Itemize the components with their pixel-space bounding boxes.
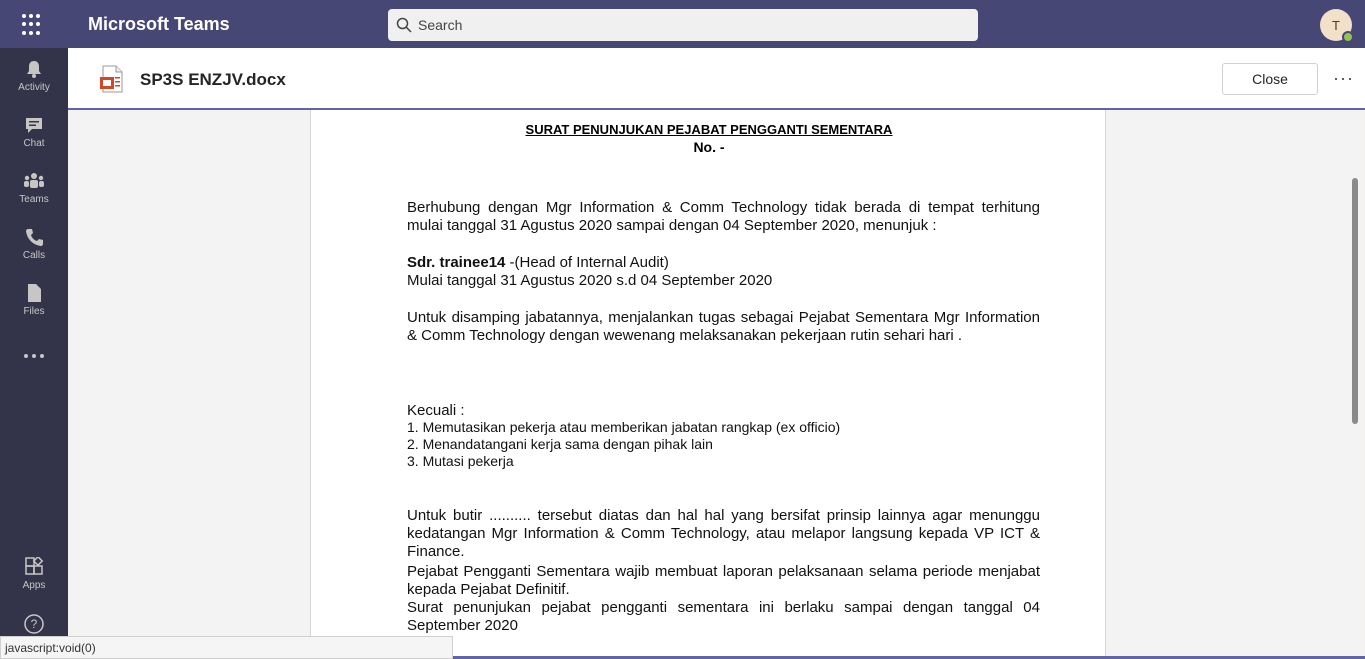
appointee-role: -(Head of Internal Audit) bbox=[505, 254, 669, 271]
document-viewer[interactable]: SURAT PENUNJUKAN PEJABAT PENGGANTI SEMEN… bbox=[70, 110, 1364, 656]
rail-item-label: Calls bbox=[22, 250, 46, 261]
document-file-icon bbox=[100, 65, 123, 93]
top-bar: Microsoft Teams T bbox=[0, 0, 1365, 48]
appointment-period: Mulai tanggal 31 Agustus 2020 s.d 04 Sep… bbox=[407, 272, 773, 289]
exception-item: 3. Mutasi pekerja bbox=[407, 453, 514, 469]
phone-icon bbox=[26, 229, 43, 246]
rail-item-label: Files bbox=[23, 306, 45, 317]
rail-item-label: Chat bbox=[23, 138, 45, 149]
file-name: SP3S ENZJV.docx bbox=[140, 70, 286, 89]
more-options-icon[interactable]: ··· bbox=[1333, 68, 1354, 89]
app-title: Microsoft Teams bbox=[88, 14, 230, 34]
chat-icon bbox=[26, 118, 42, 133]
appointee-name: Sdr. trainee14 bbox=[407, 254, 506, 271]
bell-icon bbox=[27, 61, 41, 78]
presence-available-icon bbox=[1342, 31, 1354, 43]
rail-item-label: Teams bbox=[19, 194, 49, 205]
document-number: No. - bbox=[693, 139, 725, 155]
paragraph-report: Pejabat Pengganti Sementara wajib membua… bbox=[407, 563, 1040, 598]
search-box[interactable] bbox=[388, 9, 978, 41]
rail-item-more[interactable] bbox=[0, 330, 68, 382]
rail-item-files[interactable]: Files bbox=[0, 274, 68, 326]
document-title: SURAT PENUNJUKAN PEJABAT PENGGANTI SEMEN… bbox=[525, 122, 893, 137]
exception-item: 2. Menandatangani kerja sama dengan piha… bbox=[407, 436, 713, 452]
avatar-initial: T bbox=[1332, 17, 1340, 33]
file-icon bbox=[28, 284, 41, 302]
exception-item: 1. Memutasikan pekerja atau memberikan j… bbox=[407, 419, 841, 435]
exceptions-label: Kecuali : bbox=[407, 402, 465, 419]
rail-item-apps[interactable]: Apps bbox=[0, 548, 68, 600]
appointee: Sdr. trainee14 -(Head of Internal Audit) bbox=[407, 254, 1040, 272]
app-launcher-icon[interactable] bbox=[22, 14, 44, 36]
avatar[interactable]: T bbox=[1320, 9, 1354, 43]
more-horizontal-icon bbox=[24, 354, 44, 358]
rail-item-chat[interactable]: Chat bbox=[0, 106, 68, 158]
rail-item-calls[interactable]: Calls bbox=[0, 218, 68, 270]
rail-item-activity[interactable]: Activity bbox=[0, 50, 68, 102]
rail-item-label: Apps bbox=[22, 580, 46, 591]
search-icon bbox=[396, 17, 412, 33]
rail-item-teams[interactable]: Teams bbox=[0, 162, 68, 214]
paragraph-duties: Untuk disamping jabatannya, menjalankan … bbox=[407, 309, 1040, 344]
app-rail: Activity Chat Teams Calls Files Apps ? bbox=[0, 48, 68, 659]
document-page: SURAT PENUNJUKAN PEJABAT PENGGANTI SEMEN… bbox=[310, 110, 1106, 656]
file-header: SP3S ENZJV.docx Close ··· bbox=[68, 48, 1365, 110]
rail-item-label: Activity bbox=[18, 82, 50, 93]
paragraph-pending: Untuk butir .......... tersebut diatas d… bbox=[407, 507, 1040, 560]
browser-status-bar: javascript:void(0) bbox=[0, 636, 453, 659]
svg-text:?: ? bbox=[31, 617, 38, 631]
search-input[interactable] bbox=[418, 17, 958, 33]
vertical-scrollbar[interactable] bbox=[1352, 178, 1358, 424]
close-button[interactable]: Close bbox=[1222, 63, 1318, 95]
teams-icon bbox=[24, 173, 44, 188]
help-icon: ? bbox=[24, 614, 44, 634]
paragraph-intro: Berhubung dengan Mgr Information & Comm … bbox=[407, 199, 1040, 234]
apps-icon bbox=[25, 557, 44, 575]
paragraph-validity: Surat penunjukan pejabat pengganti semen… bbox=[407, 599, 1040, 634]
